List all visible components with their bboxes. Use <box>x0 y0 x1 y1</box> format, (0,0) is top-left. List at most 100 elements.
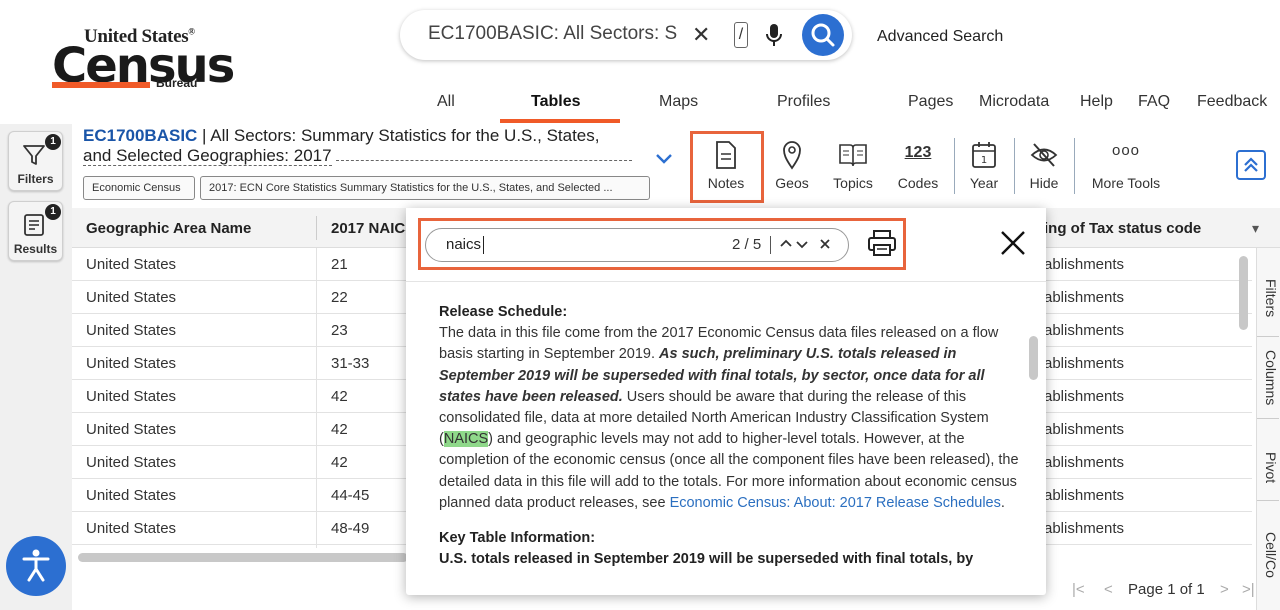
slash-shortcut-icon: / <box>734 22 748 48</box>
cell-tax-status: ablishments <box>1044 289 1125 306</box>
side-tab-filters[interactable]: Filters <box>1257 268 1279 328</box>
filters-badge: 1 <box>45 134 61 150</box>
side-tab-divider <box>1257 418 1279 419</box>
cell-tax-status: ablishments <box>1044 256 1125 273</box>
search-input[interactable]: EC1700BASIC: All Sectors: Summary Statis… <box>428 23 678 45</box>
svg-text:1: 1 <box>981 155 987 166</box>
table-code-link[interactable]: EC1700BASIC <box>83 126 197 145</box>
filters-rail-button[interactable]: 1 Filters <box>8 131 63 191</box>
side-tab-columns[interactable]: Columns <box>1257 348 1279 408</box>
print-icon[interactable] <box>866 229 898 262</box>
column-header-tax-status[interactable]: ing of Tax status code <box>1044 220 1201 237</box>
advanced-search-link[interactable]: Advanced Search <box>877 28 1003 46</box>
map-pin-icon <box>783 141 801 170</box>
column-divider[interactable] <box>316 216 317 240</box>
hide-button[interactable]: Hide <box>1022 140 1066 200</box>
codes-icon: 123 <box>904 144 932 161</box>
microphone-icon[interactable] <box>764 22 784 53</box>
topics-button[interactable]: Topics <box>828 140 878 200</box>
topics-label: Topics <box>833 175 873 191</box>
cell-geographic-area: United States <box>86 487 177 504</box>
calendar-icon: 1 <box>972 142 996 168</box>
notes-body: June 2, 2020. The revised data were rele… <box>439 276 1019 570</box>
text-caret <box>483 236 484 254</box>
table-title-line2: and Selected Geographies: 2017 <box>83 146 332 166</box>
cell-geographic-area: United States <box>86 454 177 471</box>
key-table-info-line: U.S. totals released in September 2019 w… <box>439 551 974 568</box>
column-menu-icon[interactable]: ▾ <box>1252 220 1259 237</box>
accessibility-icon <box>22 549 50 582</box>
notes-button[interactable]: Notes <box>700 140 752 200</box>
nav-microdata[interactable]: Microdata <box>979 93 1049 111</box>
notes-label: Notes <box>707 175 745 191</box>
key-table-info-heading: Key Table Information: <box>439 530 596 547</box>
accessibility-button[interactable] <box>6 536 66 596</box>
previous-page-button[interactable]: < <box>1104 581 1113 598</box>
horizontal-scrollbar[interactable] <box>78 553 408 562</box>
more-tools-button[interactable]: ooo More Tools <box>1084 140 1168 200</box>
chip-dataset[interactable]: 2017: ECN Core Statistics Summary Statis… <box>200 176 650 200</box>
clear-search-icon[interactable]: ✕ <box>692 22 710 48</box>
search-button[interactable] <box>802 14 844 56</box>
close-modal-icon[interactable] <box>998 228 1028 263</box>
find-clear-icon[interactable] <box>818 237 832 256</box>
year-button[interactable]: 1 Year <box>964 140 1004 200</box>
column-header-naics[interactable]: 2017 NAICS <box>331 220 415 237</box>
toolbar-divider <box>1074 138 1075 194</box>
nav-help[interactable]: Help <box>1080 93 1113 111</box>
search-highlight: NAICS <box>443 431 489 448</box>
cell-geographic-area: United States <box>86 355 177 372</box>
search-icon <box>811 23 835 47</box>
cell-naics-code: 44-45 <box>331 487 370 504</box>
expand-title-chevron-icon[interactable] <box>655 152 673 171</box>
eye-slash-icon <box>1030 143 1058 167</box>
active-tab-indicator <box>500 119 620 123</box>
nav-all[interactable]: All <box>437 93 455 111</box>
last-page-button[interactable]: >| <box>1242 581 1255 598</box>
nav-profiles[interactable]: Profiles <box>777 93 830 111</box>
search-bar: EC1700BASIC: All Sectors: Summary Statis… <box>400 10 852 60</box>
codes-button[interactable]: 123 Codes <box>894 140 942 200</box>
logo-bar <box>52 82 150 88</box>
find-next-icon[interactable] <box>795 236 809 257</box>
cell-naics-code: 42 <box>331 388 348 405</box>
side-tab-cell[interactable]: Cell/Co <box>1257 520 1279 590</box>
release-schedule-paragraph: The data in this file come from the 2017… <box>439 325 1019 511</box>
find-input[interactable]: naics <box>446 236 481 253</box>
first-page-button[interactable]: |< <box>1072 581 1085 598</box>
next-page-button[interactable]: > <box>1220 581 1229 598</box>
column-header-geo[interactable]: Geographic Area Name <box>86 220 251 237</box>
vertical-scrollbar[interactable] <box>1239 256 1248 330</box>
side-tab-pivot[interactable]: Pivot <box>1257 448 1279 488</box>
nav-feedback[interactable]: Feedback <box>1197 93 1267 111</box>
census-logo[interactable]: United States® Census Bureau <box>52 26 235 96</box>
nav-tables[interactable]: Tables <box>531 93 581 111</box>
results-rail-button[interactable]: 1 Results <box>8 201 63 261</box>
release-schedule-heading: Release Schedule: <box>439 304 568 320</box>
geos-button[interactable]: Geos <box>770 140 814 200</box>
cell-naics-code: 31-33 <box>331 355 370 372</box>
chip-program[interactable]: Economic Census <box>83 176 195 200</box>
nav-faq[interactable]: FAQ <box>1138 93 1170 111</box>
cell-tax-status: ablishments <box>1044 520 1125 537</box>
cell-naics-code: 42 <box>331 421 348 438</box>
cell-tax-status: ablishments <box>1044 388 1125 405</box>
notes-scrollbar[interactable] <box>1029 336 1038 380</box>
results-badge: 1 <box>45 204 61 220</box>
collapse-header-button[interactable] <box>1236 150 1266 180</box>
hide-label: Hide <box>1029 175 1059 191</box>
notes-icon <box>716 141 736 169</box>
nav-pages[interactable]: Pages <box>908 93 953 111</box>
cell-naics-code: 42 <box>331 454 348 471</box>
cell-geographic-area: United States <box>86 388 177 405</box>
find-previous-icon[interactable] <box>779 236 793 257</box>
more-icon: ooo <box>1111 142 1141 159</box>
more-tools-label: More Tools <box>1091 175 1161 191</box>
cell-geographic-area: United States <box>86 289 177 306</box>
codes-label: Codes <box>897 175 939 191</box>
table-title-text: | All Sectors: Summary Statistics for th… <box>197 126 600 145</box>
release-schedules-link[interactable]: Economic Census: About: 2017 Release Sch… <box>670 495 1001 511</box>
results-icon <box>24 214 44 236</box>
side-tab-divider <box>1257 500 1279 501</box>
nav-maps[interactable]: Maps <box>659 93 698 111</box>
